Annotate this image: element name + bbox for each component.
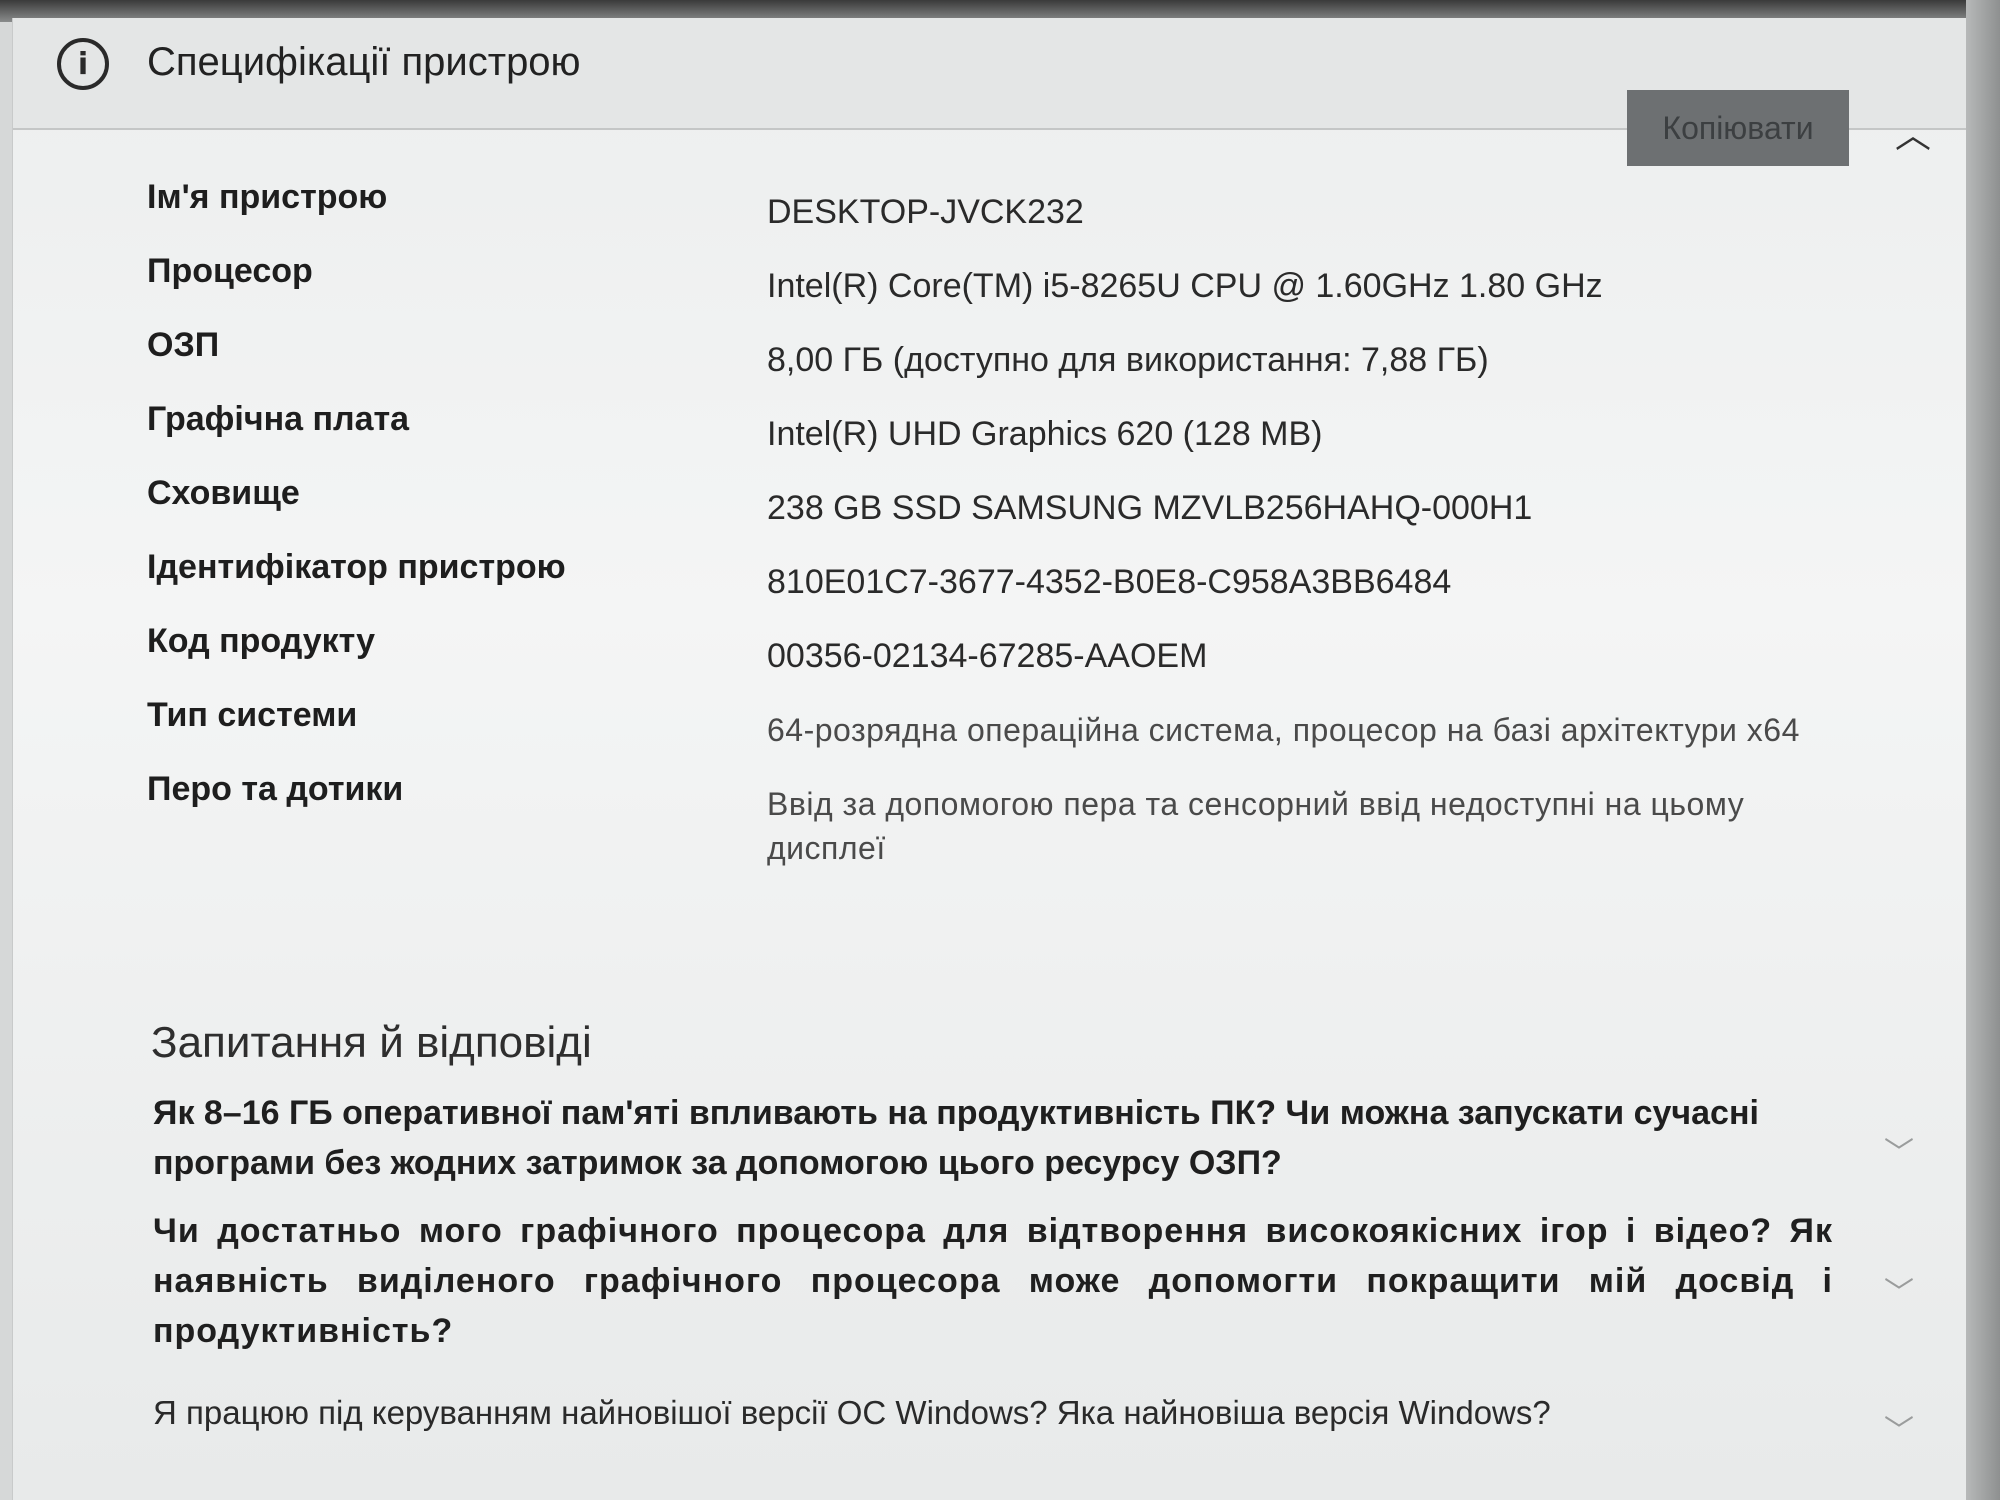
spec-label: Графічна плата <box>147 400 410 438</box>
chevron-down-icon[interactable]: ﹀ <box>1879 1128 1919 1171</box>
faq-item-windows-version[interactable]: Я працюю під керуванням найновішої версі… <box>153 1388 1833 1438</box>
spec-label: Тип системи <box>147 696 358 734</box>
monitor-bezel-right <box>1966 0 2000 1500</box>
spec-value: 8,00 ГБ (доступно для використання: 7,88… <box>767 341 1489 379</box>
spec-value: Intel(R) Core(TM) i5-8265U CPU @ 1.60GHz… <box>767 267 1603 305</box>
info-icon: i <box>57 38 109 90</box>
spec-label: Код продукту <box>147 622 376 660</box>
spec-value: DESKTOP-JVCK232 <box>767 193 1084 231</box>
spec-label: Сховище <box>147 474 300 512</box>
spec-label: Процесор <box>147 252 313 290</box>
spec-value: 810E01C7-3677-4352-B0E8-C958A3BB6484 <box>767 563 1452 601</box>
spec-label: Перо та дотики <box>147 770 404 808</box>
spec-label: Ім'я пристрою <box>147 178 388 216</box>
spec-value: Ввід за допомогою пера та сенсорний ввід… <box>767 786 1745 866</box>
spec-value: 00356-02134-67285-AAOEM <box>767 637 1208 675</box>
copy-button[interactable]: Копіювати <box>1627 90 1849 166</box>
settings-window: i Специфікації пристрою Копіювати ︿ Ім'я… <box>12 18 1973 1500</box>
spec-label: ОЗП <box>147 326 220 364</box>
spec-value: 64-розрядна операційна система, процесор… <box>767 712 1800 748</box>
faq-item-gpu[interactable]: Чи достатньо мого графічного процесора д… <box>153 1206 1833 1356</box>
spec-value: Intel(R) UHD Graphics 620 (128 MB) <box>767 415 1323 453</box>
chevron-down-icon[interactable]: ﹀ <box>1879 1268 1919 1311</box>
faq-item-ram[interactable]: Як 8–16 ГБ оперативної пам'яті впливають… <box>153 1088 1833 1188</box>
chevron-up-icon[interactable]: ︿ <box>1893 106 1933 156</box>
spec-value: 238 GB SSD SAMSUNG MZVLB256HAHQ-000H1 <box>767 489 1533 527</box>
section-title: Специфікації пристрою <box>147 40 581 84</box>
chevron-down-icon[interactable]: ﹀ <box>1879 1406 1919 1449</box>
spec-label: Ідентифікатор пристрою <box>147 548 566 586</box>
faq-title: Запитання й відповіді <box>151 1018 592 1067</box>
